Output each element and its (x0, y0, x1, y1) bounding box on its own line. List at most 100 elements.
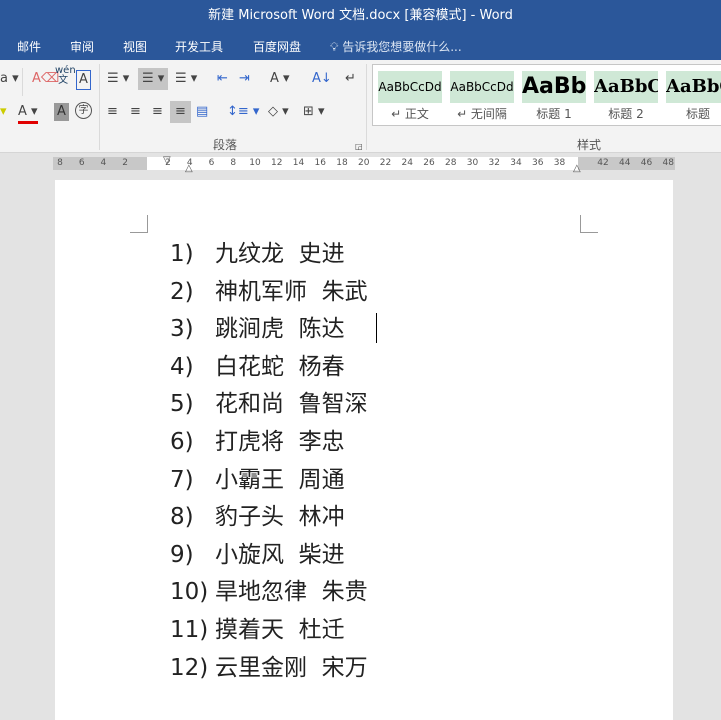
borders-button[interactable]: ⊞ ▾ (303, 103, 325, 121)
list-item[interactable]: 12) 云里金刚 宋万 (170, 653, 368, 683)
tab-review[interactable]: 审阅 (70, 38, 94, 55)
tell-me-text: 告诉我您想要做什么... (342, 40, 462, 54)
hanging-indent-marker[interactable]: △ (185, 163, 193, 174)
ruler-number: 44 (619, 158, 631, 168)
list-item[interactable]: 10) 旱地忽律 朱贵 (170, 577, 368, 607)
list-text: 旱地忽律 朱贵 (215, 579, 368, 606)
bullets-button[interactable]: ☰ ▾ (107, 70, 129, 88)
ruler-number: 30 (466, 158, 479, 168)
list-item[interactable]: 2) 神机军师 朱武 (170, 277, 368, 307)
list-text: 神机军师 朱武 (215, 278, 368, 305)
decrease-indent-icon[interactable]: ⇤ (217, 70, 228, 88)
ruler-number: 42 (597, 158, 609, 168)
ruler-number: 38 (553, 158, 566, 168)
sort-icon[interactable]: A↓ (312, 70, 332, 88)
list-item[interactable]: 7) 小霸王 周通 (170, 465, 345, 495)
list-number: 2) (170, 278, 194, 305)
ruler-number: 16 (314, 158, 326, 168)
enclose-characters-icon[interactable]: 字 (75, 102, 92, 119)
list-number: 1) (170, 241, 194, 267)
document-page[interactable]: 1) 九纹龙 史进 2) 神机军师 朱武 3) 跳涧虎 陈达 4) 白花蛇 杨春 5) 花和尚 鲁… (55, 180, 673, 720)
list-number: 10) (170, 579, 209, 606)
tab-view[interactable]: 视图 (123, 38, 147, 55)
increase-indent-icon[interactable]: ⇥ (239, 70, 250, 88)
list-item[interactable]: 8) 豹子头 林冲 (170, 502, 345, 532)
tab-baidu-netdisk[interactable]: 百度网盘 (253, 38, 301, 55)
ruler-number: 8 (57, 158, 63, 168)
right-indent-marker[interactable]: △ (573, 163, 581, 174)
ribbon: a ▾ A⌫ wén 文 A ▾ A ▾ A 字 ☰ ▾ ☰ ▾ ☰ ▾ ⇤ ⇥… (0, 60, 721, 153)
ruler-number: 6 (78, 158, 85, 168)
shading-button[interactable]: ◇ ▾ (268, 103, 289, 121)
margin-corner-mark (130, 215, 148, 233)
list-text: 摸着天 杜迁 (215, 617, 345, 643)
divider (22, 68, 23, 96)
distributed-icon[interactable]: ▤ (196, 103, 208, 121)
ruler-number: 28 (445, 158, 457, 168)
first-line-indent-marker[interactable]: ▽ (163, 155, 171, 166)
ruler-number: 32 (488, 158, 500, 168)
style-heading-1[interactable]: AaBb 标题 1 (522, 71, 586, 122)
character-border-icon[interactable]: A (76, 70, 91, 90)
ruler-number: 2 (122, 158, 128, 168)
ruler-number: 4 (100, 158, 107, 168)
numbering-button[interactable]: ☰ ▾ (138, 68, 169, 90)
style-no-spacing[interactable]: AaBbCcDd ↵ 无间隔 (450, 71, 514, 122)
list-item[interactable]: 6) 打虎将 李忠 (170, 427, 345, 457)
window-title: 新建 Microsoft Word 文档.docx [兼容模式] - Word (208, 8, 513, 23)
list-number: 5) (170, 391, 194, 418)
ruler-number: 14 (292, 158, 305, 168)
list-item[interactable]: 5) 花和尚 鲁智深 (170, 389, 368, 419)
list-item[interactable]: 1) 九纹龙 史进 (170, 239, 345, 269)
style-title[interactable]: AaBbC标题 (666, 71, 721, 122)
highlight-dropdown[interactable]: ▾ (0, 103, 7, 121)
align-right-icon[interactable]: ≡ (152, 103, 163, 121)
font-size-dropdown[interactable]: a ▾ (0, 70, 19, 88)
multilevel-list-button[interactable]: ☰ ▾ (175, 70, 197, 88)
margin-corner-mark (580, 215, 598, 233)
list-text: 打虎将 李忠 (215, 429, 345, 455)
font-color-button[interactable]: A ▾ (18, 103, 38, 124)
ruler-number: 20 (358, 158, 370, 168)
ribbon-tabs: 邮件 审阅 视图 开发工具 百度网盘 💡︎ 告诉我您想要做什么... (0, 32, 721, 60)
style-normal[interactable]: AaBbCcDd ↵ 正文 (378, 71, 442, 122)
ruler-number: 26 (423, 158, 435, 168)
list-item[interactable]: 4) 白花蛇 杨春 (170, 352, 345, 382)
tell-me-search[interactable]: 💡︎ 告诉我您想要做什么... (330, 38, 462, 55)
list-number: 6) (170, 429, 194, 455)
character-shading-icon[interactable]: A (54, 103, 69, 121)
paragraph-dialog-launcher[interactable]: ◲ (355, 138, 363, 156)
list-number: 7) (170, 466, 194, 493)
style-heading-2[interactable]: AaBbC 标题 2 (594, 71, 658, 122)
tab-developer[interactable]: 开发工具 (175, 38, 223, 55)
list-item[interactable]: 11) 摸着天 杜迁 (170, 615, 345, 645)
list-text: 花和尚 鲁智深 (215, 391, 368, 418)
list-text: 跳涧虎 陈达 (215, 316, 345, 343)
align-left-icon[interactable]: ≡ (107, 103, 118, 121)
ruler-number: 34 (510, 158, 522, 168)
divider (366, 64, 367, 150)
tab-mailings[interactable]: 邮件 (17, 38, 41, 55)
ruler-number: 22 (379, 158, 392, 168)
ruler-number: 48 (662, 158, 674, 168)
chinese-layout-button[interactable]: A ▾ (270, 70, 290, 88)
list-number: 9) (170, 541, 194, 568)
lightbulb-icon: 💡︎ (330, 40, 339, 54)
align-center-icon[interactable]: ≡ (130, 103, 141, 121)
phonetic-guide-icon[interactable]: wén 文 (55, 66, 76, 86)
ruler-number: 36 (532, 158, 544, 168)
justify-icon[interactable]: ≡ (170, 101, 191, 123)
divider (99, 64, 100, 150)
ruler-number: 8 (230, 158, 237, 168)
list-number: 3) (170, 316, 194, 343)
list-number: 12) (170, 654, 209, 681)
list-item[interactable]: 3) 跳涧虎 陈达 (170, 314, 345, 344)
horizontal-ruler[interactable]: 8 6 4 2 2 4 6 8 10 12 14 16 18 20 22 24 26 28 30 32 34 36 38 42… (53, 155, 675, 174)
line-spacing-button[interactable]: ↕≡ ▾ (227, 103, 259, 121)
ruler-number: 12 (271, 158, 283, 168)
list-number: 8) (170, 504, 194, 531)
show-marks-icon[interactable]: ↵ (345, 70, 356, 88)
title-bar: 新建 Microsoft Word 文档.docx [兼容模式] - Word (0, 0, 721, 32)
list-text: 小旋风 柴进 (215, 541, 345, 568)
list-item[interactable]: 9) 小旋风 柴进 (170, 540, 345, 570)
